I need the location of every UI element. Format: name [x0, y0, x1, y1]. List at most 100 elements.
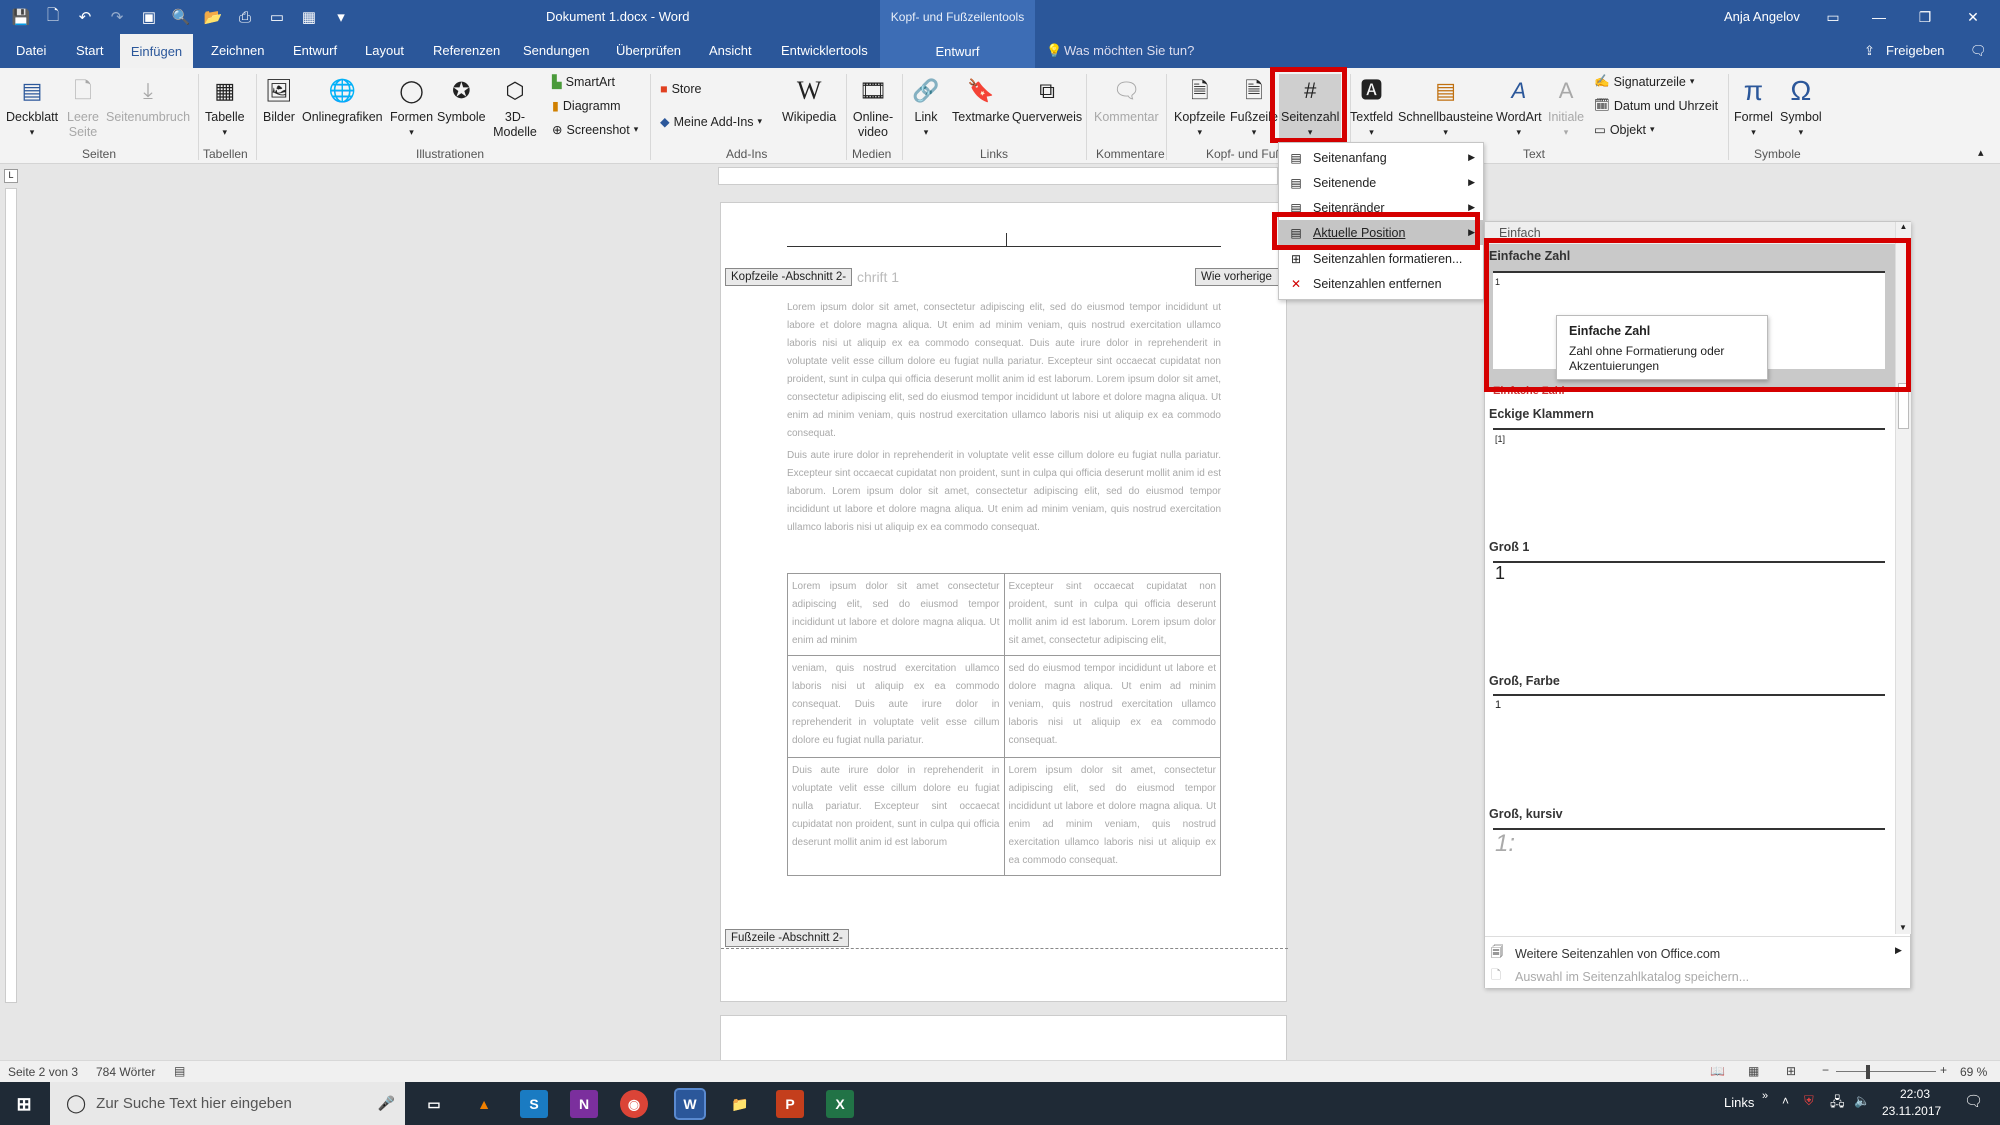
print-icon[interactable]: ⎙: [234, 6, 256, 28]
skype-icon[interactable]: S: [520, 1090, 548, 1118]
open-icon[interactable]: 📂: [202, 6, 224, 28]
link-button[interactable]: 🔗 Link ▾: [910, 74, 942, 140]
tab-sendungen[interactable]: Sendungen: [523, 43, 590, 58]
initiale-button[interactable]: A Initiale ▾: [1548, 74, 1584, 140]
gallery-preview-gross-kursiv[interactable]: 1:: [1493, 828, 1885, 922]
document-page[interactable]: Kopfzeile -Abschnitt 2- chrift 1 Wie vor…: [720, 202, 1288, 1002]
web-layout-icon[interactable]: ⊞: [1786, 1064, 1796, 1078]
gallery-preview-gross-farbe[interactable]: 1: [1493, 694, 1885, 788]
word-count[interactable]: 784 Wörter: [96, 1065, 155, 1079]
windows-start-icon[interactable]: ⊞: [10, 1090, 38, 1118]
table-icon[interactable]: ▦: [298, 6, 320, 28]
chevron-icon[interactable]: »: [1762, 1090, 1768, 1102]
table-cell[interactable]: Excepteur sint occaecat cupidatat non pr…: [1003, 573, 1221, 656]
share-button[interactable]: Freigeben: [1886, 43, 1945, 58]
clock-date[interactable]: 23.11.2017: [1882, 1104, 1941, 1118]
symbol-button[interactable]: Ω Symbol ▾: [1780, 74, 1822, 140]
kopfzeile-button[interactable]: 🗎 Kopfzeile ▾: [1174, 74, 1225, 140]
zoom-slider-thumb[interactable]: [1866, 1065, 1870, 1079]
user-name[interactable]: Anja Angelov: [1724, 9, 1800, 24]
collapse-ribbon-icon[interactable]: ▴: [1978, 146, 1984, 159]
datum-uhrzeit-button[interactable]: 🗓 Datum und Uhrzeit: [1594, 98, 1718, 113]
tab-referenzen[interactable]: Referenzen: [433, 43, 500, 58]
close-icon[interactable]: ✕: [1950, 0, 1996, 34]
vlc-icon[interactable]: ▲: [470, 1090, 498, 1118]
tab-ueberpruefen[interactable]: Überprüfen: [616, 43, 681, 58]
3d-modelle-button[interactable]: ⬡ 3D-Modelle: [490, 74, 540, 140]
tabelle-button[interactable]: ▦ Tabelle ▾: [205, 74, 245, 140]
redo-icon[interactable]: ↷: [106, 6, 128, 28]
table-cell[interactable]: Lorem ipsum dolor sit amet consectetur a…: [787, 573, 1005, 656]
onlinegrafiken-button[interactable]: 🌐 Onlinegrafiken: [302, 74, 383, 125]
leere-seite-button[interactable]: 🗋 Leere Seite: [66, 74, 100, 140]
menu-seitenanfang[interactable]: ▤ Seitenanfang ▶: [1279, 145, 1483, 170]
diagramm-button[interactable]: ▮ Diagramm: [552, 98, 621, 114]
signaturzeile-button[interactable]: ✍ Signaturzeile ▾: [1594, 74, 1694, 89]
shield-icon[interactable]: ⛨: [1804, 1093, 1814, 1109]
kommentar-button[interactable]: 🗨 Kommentar: [1094, 74, 1159, 125]
smartart-button[interactable]: ▙ SmartArt: [552, 74, 615, 90]
clock-time[interactable]: 22:03: [1900, 1087, 1930, 1101]
table-cell[interactable]: Lorem ipsum dolor sit amet, consectetur …: [1003, 757, 1221, 876]
menu-seitenzahlen-entfernen[interactable]: ✕ Seitenzahlen entfernen: [1279, 271, 1483, 296]
layout-icon[interactable]: ▭: [266, 6, 288, 28]
tab-datei[interactable]: Datei: [16, 43, 46, 58]
weitere-seitenzahlen-link[interactable]: 🗐 Weitere Seitenzahlen von Office.com: [1491, 943, 1720, 964]
wordart-button[interactable]: A WordArt ▾: [1496, 74, 1542, 140]
customize-qat-icon[interactable]: ▾: [330, 6, 352, 28]
tab-context-entwurf[interactable]: Entwurf: [880, 34, 1035, 68]
undo-icon[interactable]: ↶: [74, 6, 96, 28]
table-cell[interactable]: Duis aute irure dolor in reprehenderit i…: [787, 757, 1005, 876]
scroll-down-icon[interactable]: ▼: [1896, 923, 1910, 932]
vertical-ruler[interactable]: [5, 188, 17, 1003]
bilder-button[interactable]: 🖼 Bilder: [263, 74, 295, 125]
minimize-icon[interactable]: —: [1856, 0, 1902, 34]
ribbon-display-icon[interactable]: ▭: [1810, 0, 1856, 34]
gallery-preview-gross-1[interactable]: 1: [1493, 561, 1885, 655]
formen-button[interactable]: ◯ Formen ▾: [390, 74, 433, 140]
restore-icon[interactable]: ❐: [1902, 0, 1948, 34]
proofing-icon[interactable]: ▤: [174, 1064, 185, 1078]
comments-icon[interactable]: 🗨: [1970, 43, 1987, 59]
querverweis-button[interactable]: ⧉ Querverweis: [1012, 74, 1082, 125]
network-icon[interactable]: 🖧: [1830, 1093, 1845, 1115]
document-table[interactable]: Lorem ipsum dolor sit amet consectetur a…: [787, 573, 1221, 876]
paragraph-2[interactable]: Duis aute irure dolor in reprehenderit i…: [787, 447, 1221, 537]
file-explorer-icon[interactable]: 📁: [726, 1090, 754, 1118]
task-view-icon[interactable]: ▭: [420, 1090, 448, 1118]
tell-me-search[interactable]: Was möchten Sie tun?: [1064, 43, 1194, 58]
zoom-slider[interactable]: [1836, 1071, 1936, 1072]
tab-start[interactable]: Start: [76, 43, 103, 58]
table-cell[interactable]: veniam, quis nostrud exercitation ullamc…: [787, 655, 1005, 758]
save-icon[interactable]: 💾: [10, 6, 32, 28]
formel-button[interactable]: π Formel ▾: [1734, 74, 1773, 140]
print-layout-icon[interactable]: ▦: [1748, 1064, 1759, 1078]
tab-einfuegen[interactable]: Einfügen: [120, 34, 193, 68]
tab-layout[interactable]: Layout: [365, 43, 404, 58]
taskbar-search[interactable]: ◯ Zur Suche Text hier eingeben 🎤: [50, 1082, 405, 1125]
objekt-button[interactable]: ▭ Objekt ▾: [1594, 122, 1654, 138]
chrome-icon[interactable]: ◉: [620, 1090, 648, 1118]
menu-seitenende[interactable]: ▤ Seitenende ▶: [1279, 170, 1483, 195]
paragraph-1[interactable]: Lorem ipsum dolor sit amet, consectetur …: [787, 299, 1221, 443]
horizontal-ruler[interactable]: [718, 167, 1278, 185]
read-mode-icon[interactable]: 📖: [1710, 1064, 1725, 1078]
schnellbausteine-button[interactable]: ▤ Schnellbausteine ▾: [1398, 74, 1493, 140]
volume-icon[interactable]: 🔈: [1854, 1093, 1870, 1109]
tab-ansicht[interactable]: Ansicht: [709, 43, 752, 58]
links-toolbar[interactable]: Links: [1724, 1095, 1754, 1110]
new-document-icon[interactable]: 🗋: [42, 6, 64, 28]
save-as-icon[interactable]: ▣: [138, 6, 160, 28]
page-count[interactable]: Seite 2 von 3: [8, 1065, 78, 1079]
tab-stop-selector[interactable]: L: [4, 169, 18, 183]
textmarke-button[interactable]: 🔖 Textmarke: [952, 74, 1010, 125]
powerpoint-icon[interactable]: P: [776, 1090, 804, 1118]
onenote-icon[interactable]: N: [570, 1090, 598, 1118]
zoom-in-icon[interactable]: +: [1940, 1063, 1947, 1077]
tab-entwurf[interactable]: Entwurf: [293, 43, 337, 58]
excel-icon[interactable]: X: [826, 1090, 854, 1118]
deckblatt-button[interactable]: ▤ Deckblatt ▾: [6, 74, 58, 140]
seitenumbruch-button[interactable]: ⤓ Seitenumbruch: [106, 74, 190, 125]
notification-icon[interactable]: 🗨: [1964, 1092, 1983, 1110]
zoom-level[interactable]: 69 %: [1960, 1065, 1987, 1079]
